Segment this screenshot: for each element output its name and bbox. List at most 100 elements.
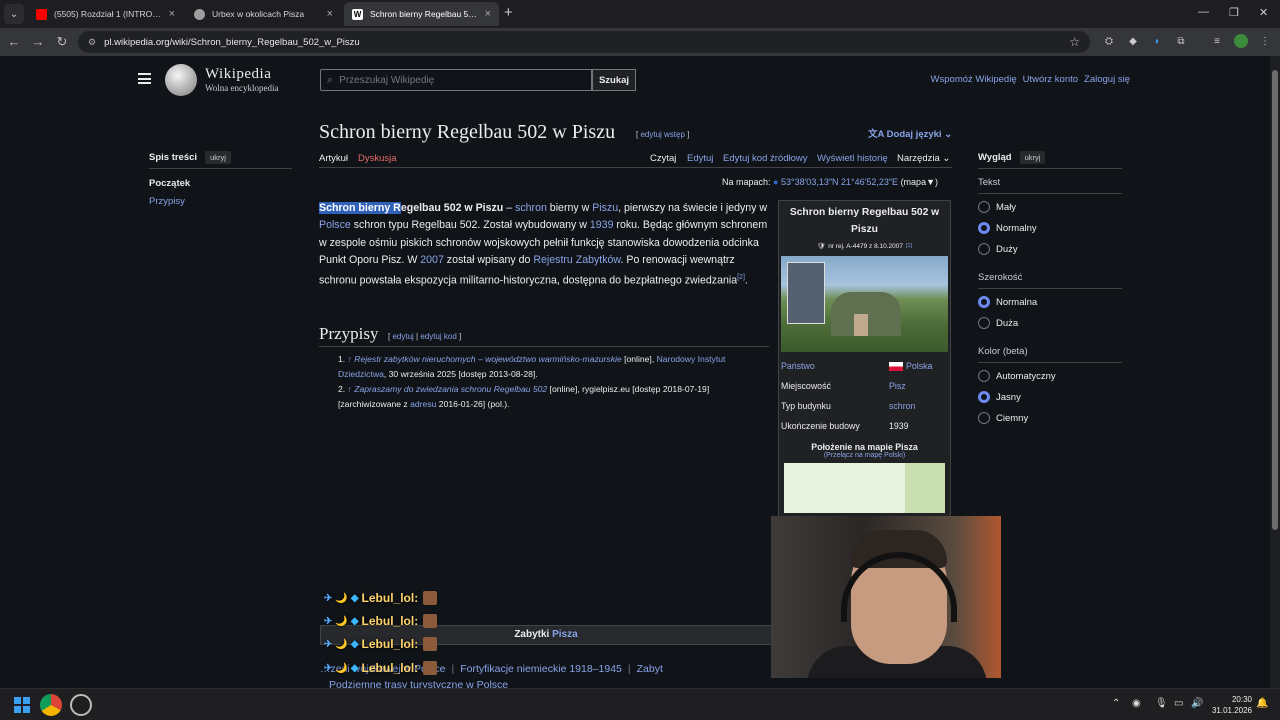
- tab-history[interactable]: Wyświetl historię: [817, 153, 888, 164]
- map-switch-link[interactable]: (Przełącz na mapę Polski): [824, 452, 905, 459]
- wordmark[interactable]: Wikipedia: [205, 66, 271, 83]
- login-link[interactable]: Zaloguj się: [1084, 74, 1130, 85]
- refs-heading: Przypisy: [319, 324, 379, 343]
- clock[interactable]: 20:30 31.01.2026: [1212, 694, 1252, 716]
- network-icon[interactable]: ▭: [1174, 698, 1183, 709]
- link-1939[interactable]: 1939: [590, 219, 614, 231]
- site-info-icon[interactable]: ⚙: [88, 37, 96, 48]
- reload-button[interactable]: ↻: [54, 34, 70, 50]
- back-button[interactable]: ←: [6, 34, 22, 49]
- search-input[interactable]: ⌕ Przeszukaj Wikipedię: [320, 69, 592, 91]
- extension-icon[interactable]: ◆: [1126, 34, 1140, 48]
- heritage-shield-icon: 🛡: [816, 243, 826, 250]
- close-icon[interactable]: ×: [485, 8, 491, 20]
- obs-icon[interactable]: [70, 694, 92, 716]
- volume-icon[interactable]: 🔊: [1191, 698, 1203, 709]
- toc-item-refs[interactable]: Przypisy: [149, 196, 185, 207]
- profile-avatar[interactable]: [1234, 34, 1248, 48]
- tab-wikipedia[interactable]: W Schron bierny Regelbau 502 w ×: [344, 2, 499, 26]
- bunker-photo[interactable]: [781, 256, 948, 352]
- extension-icon[interactable]: ◗: [1150, 34, 1164, 48]
- youtube-icon: [36, 8, 47, 20]
- coordinates-link[interactable]: 53°38′03,13″N 21°46′52,23″E: [781, 177, 898, 187]
- ref-2[interactable]: [2]: [737, 274, 745, 281]
- tab-urbex[interactable]: Urbex w okolicach Pisza ×: [186, 2, 341, 26]
- tab-read[interactable]: Czytaj: [650, 153, 676, 164]
- color-auto[interactable]: Automatyczny: [978, 370, 1056, 382]
- bookmark-star-icon[interactable]: ☆: [1069, 35, 1080, 49]
- refs-edit-code-link[interactable]: edytuj kod: [420, 332, 456, 341]
- toc-hide-button[interactable]: ukryj: [205, 151, 231, 164]
- notifications-icon[interactable]: 🔔: [1256, 698, 1268, 709]
- reading-list-icon[interactable]: ≡: [1210, 34, 1224, 48]
- navbox-title-link[interactable]: Pisza: [552, 629, 578, 640]
- color-light[interactable]: Jasny: [978, 391, 1021, 403]
- main-menu-icon[interactable]: [138, 73, 151, 84]
- ref-link[interactable]: Zapraszamy do zwiedzania schronu Regelba…: [354, 384, 547, 394]
- windows-start-icon[interactable]: [14, 697, 30, 713]
- new-tab-button[interactable]: +: [504, 4, 513, 21]
- text-size-normal[interactable]: Normalny: [978, 222, 1037, 234]
- minimize-button[interactable]: —: [1198, 6, 1209, 18]
- text-size-small[interactable]: Mały: [978, 201, 1016, 213]
- refs-edit-link[interactable]: edytuj: [392, 332, 413, 341]
- microphone-icon[interactable]: 🎙: [1155, 698, 1168, 709]
- search-button[interactable]: Szukaj: [592, 69, 636, 91]
- map-toggle[interactable]: (mapa▼): [901, 177, 938, 187]
- discord-icon[interactable]: ◉: [1132, 698, 1141, 709]
- chat-message: ✈ 🌙 ◆ Lebul_lol:: [324, 661, 438, 675]
- donate-link[interactable]: Wspomóż Wikipedię: [931, 74, 1017, 85]
- width-label: Szerokość: [978, 272, 1023, 283]
- ref-archive[interactable]: adresu: [410, 399, 436, 409]
- tab-edit-source[interactable]: Edytuj kod źródłowy: [723, 153, 807, 164]
- close-window-button[interactable]: ✕: [1259, 6, 1268, 19]
- link-rejestr[interactable]: Rejestru Zabytków: [533, 254, 620, 266]
- link-pisz[interactable]: Piszu: [592, 202, 618, 214]
- forward-button[interactable]: →: [30, 34, 46, 49]
- webcam-overlay: [771, 516, 1001, 678]
- tools-menu[interactable]: Narzędzia ⌄: [897, 153, 950, 164]
- references-list: 1. ↑ Rejestr zabytków nieruchomych – woj…: [338, 352, 770, 412]
- color-dark[interactable]: Ciemny: [978, 412, 1028, 424]
- width-normal[interactable]: Normalna: [978, 296, 1037, 308]
- extensions-puzzle-icon[interactable]: ⧉: [1174, 34, 1188, 48]
- close-icon[interactable]: ×: [169, 8, 175, 20]
- address-bar[interactable]: ⚙ pl.wikipedia.org/wiki/Schron_bierny_Re…: [78, 31, 1090, 53]
- search-icon: ⌕: [327, 73, 334, 86]
- menu-icon[interactable]: ⋮: [1258, 34, 1272, 48]
- tab-talk[interactable]: Dyskusja: [358, 153, 397, 164]
- tab-youtube[interactable]: (5505) Rozdział 1 (INTRO) - You ×: [28, 2, 183, 26]
- chrome-icon[interactable]: [40, 694, 62, 716]
- scrollbar[interactable]: [1270, 56, 1280, 688]
- tab-title: (5505) Rozdział 1 (INTRO) - You: [54, 9, 162, 19]
- tab-article[interactable]: Artykuł: [319, 153, 348, 164]
- width-wide[interactable]: Duża: [978, 317, 1018, 329]
- tray-chevron-icon[interactable]: ⌃: [1112, 698, 1120, 709]
- close-icon[interactable]: ×: [327, 8, 333, 20]
- emote-icon: [423, 591, 438, 605]
- extension-icon[interactable]: ⛭: [1102, 34, 1116, 48]
- appearance-hide-button[interactable]: ukryj: [1019, 151, 1046, 164]
- add-languages-button[interactable]: 文A Dodaj języki ⌄: [868, 126, 952, 140]
- tab-title: Urbex w okolicach Pisza: [212, 9, 305, 19]
- refs-edit: [ edytuj | edytuj kod ]: [388, 332, 462, 341]
- chat-message: ✈ 🌙 ◆ Lebul_lol:: [324, 591, 438, 605]
- color-label: Kolor (beta): [978, 346, 1028, 357]
- edit-intro-link[interactable]: edytuj wstęp: [640, 130, 684, 139]
- link-polska[interactable]: Polsce: [319, 219, 351, 231]
- ref-1[interactable]: [1]: [906, 243, 912, 249]
- ref-link[interactable]: Rejestr zabytków nieruchomych – wojewódz…: [354, 354, 621, 364]
- wikipedia-logo[interactable]: [165, 64, 197, 96]
- taskbar: ⌃ ◉ 🎙 ▭ 🔊 20:30 31.01.2026 🔔: [0, 688, 1280, 720]
- location-map[interactable]: [784, 463, 945, 513]
- tab-search-button[interactable]: ⌄: [4, 4, 24, 24]
- toc-item-start[interactable]: Początek: [149, 178, 190, 189]
- link-2007[interactable]: 2007: [420, 254, 444, 266]
- maximize-button[interactable]: ❐: [1229, 6, 1239, 19]
- create-account-link[interactable]: Utwórz konto: [1023, 74, 1078, 85]
- tab-edit[interactable]: Edytuj: [687, 153, 713, 164]
- text-size-large[interactable]: Duży: [978, 243, 1018, 255]
- infobox-row: Ukończenie budowy 1939: [781, 421, 909, 431]
- browser-toolbar: ← → ↻ ⚙ pl.wikipedia.org/wiki/Schron_bie…: [0, 28, 1280, 56]
- link-schron[interactable]: schron: [515, 202, 547, 214]
